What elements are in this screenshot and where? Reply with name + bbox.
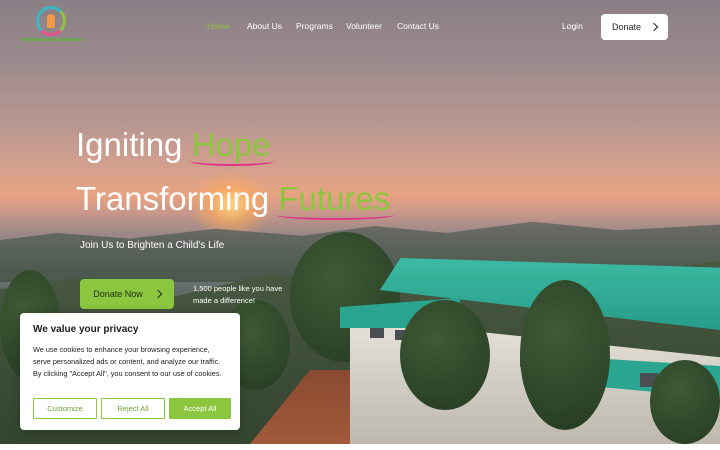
nav-about-us[interactable]: About Us (247, 21, 282, 31)
login-link[interactable]: Login (562, 21, 583, 31)
headline-white-text: Transforming (76, 180, 279, 217)
hero-headline-line2: Transforming Futures (76, 180, 395, 220)
supporters-count-text: 1,500 people like you have made a differ… (193, 284, 283, 305)
tree (650, 360, 720, 444)
chevron-right-icon (649, 22, 659, 32)
reject-all-button[interactable]: Reject All (101, 398, 165, 419)
chevron-right-icon (153, 289, 163, 299)
logo-figure-icon (47, 14, 55, 28)
cookie-banner-title: We value your privacy (33, 324, 139, 335)
headline-white-text: Igniting (76, 126, 192, 163)
headline-green-text: Futures (276, 180, 395, 220)
donate-button[interactable]: Donate (601, 14, 668, 40)
nav-contact-us[interactable]: Contact Us (397, 21, 439, 31)
site-header: Home About Us Programs Volunteer Contact… (0, 0, 720, 52)
donate-now-button[interactable]: Donate Now (80, 279, 174, 309)
cookie-button-row: Customize Reject All Accept All (33, 398, 231, 419)
site-logo[interactable] (20, 4, 82, 50)
customize-button[interactable]: Customize (33, 398, 97, 419)
hero-headline-line1: Igniting Hope (76, 126, 275, 166)
nav-volunteer[interactable]: Volunteer (346, 21, 382, 31)
donate-button-label: Donate (611, 22, 642, 32)
donate-now-label: Donate Now (93, 289, 143, 299)
cookie-consent-banner: We value your privacy We use cookies to … (20, 313, 240, 430)
nav-programs[interactable]: Programs (296, 21, 333, 31)
headline-green-text: Hope (189, 126, 275, 166)
pink-underline-decoration (276, 210, 395, 220)
hero-subtitle: Join Us to Brighten a Child's Life (80, 240, 225, 251)
nav-home[interactable]: Home (207, 21, 230, 31)
tree (400, 300, 490, 410)
accept-all-button[interactable]: Accept All (169, 398, 231, 419)
pink-underline-decoration (189, 156, 275, 166)
logo-tagline-bar (20, 38, 82, 41)
cookie-banner-text: We use cookies to enhance your browsing … (33, 345, 222, 378)
tree (520, 280, 610, 430)
